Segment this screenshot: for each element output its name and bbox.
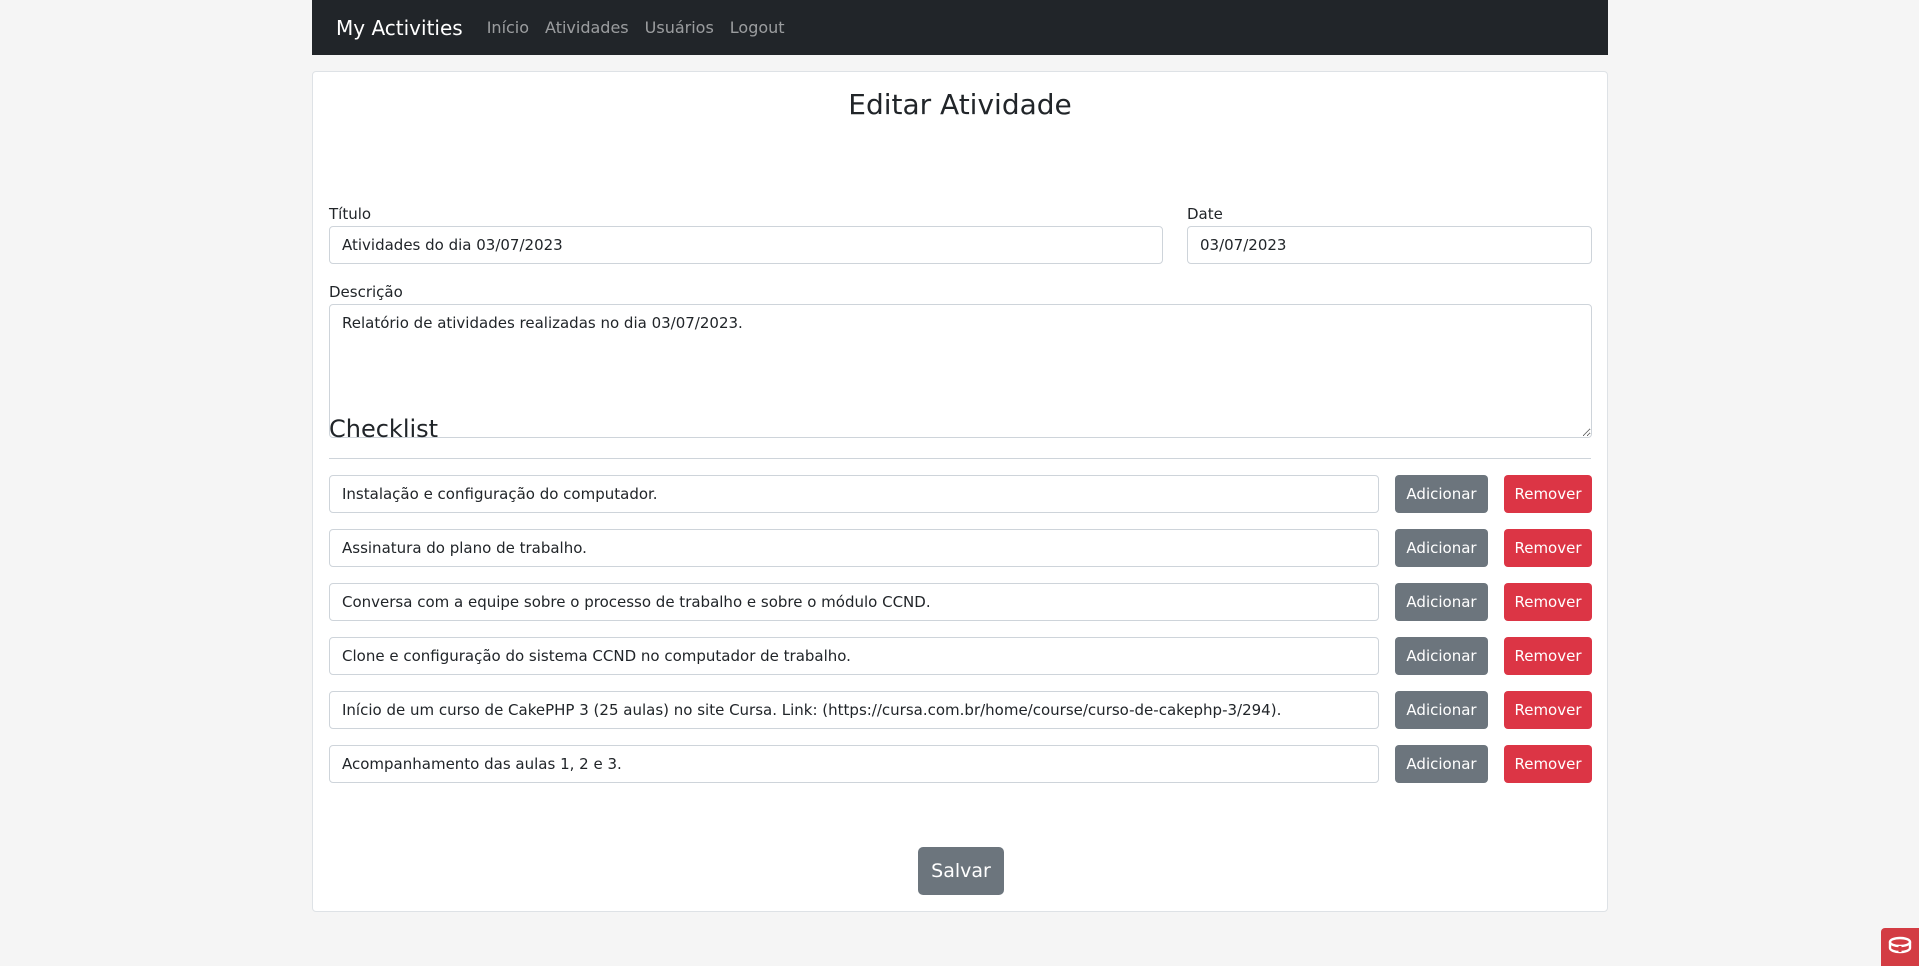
nav-link-atividades[interactable]: Atividades <box>545 18 629 37</box>
description-textarea[interactable]: Relatório de atividades realizadas no di… <box>329 304 1592 438</box>
checklist-divider <box>329 458 1591 459</box>
checklist-row: Assinatura do plano de trabalho. Adicion… <box>329 529 1592 567</box>
date-label: Date <box>1187 205 1223 223</box>
brand-link[interactable]: My Activities <box>336 16 463 40</box>
cakephp-debug-icon[interactable] <box>1881 928 1919 966</box>
checklist-item-input[interactable]: Início de um curso de CakePHP 3 (25 aula… <box>329 691 1379 729</box>
add-item-button[interactable]: Adicionar <box>1395 475 1488 513</box>
checklist-item-input[interactable]: Instalação e configuração do computador. <box>329 475 1379 513</box>
nav-link-usuarios[interactable]: Usuários <box>645 18 714 37</box>
add-item-button[interactable]: Adicionar <box>1395 529 1488 567</box>
checklist-row: Clone e configuração do sistema CCND no … <box>329 637 1592 675</box>
remove-item-button[interactable]: Remover <box>1504 637 1592 675</box>
remove-item-button[interactable]: Remover <box>1504 529 1592 567</box>
add-item-button[interactable]: Adicionar <box>1395 637 1488 675</box>
checklist-row: Instalação e configuração do computador.… <box>329 475 1592 513</box>
top-navbar: My Activities Início Atividades Usuários… <box>312 0 1608 55</box>
checklist-item-input[interactable]: Acompanhamento das aulas 1, 2 e 3. <box>329 745 1379 783</box>
nav-link-logout[interactable]: Logout <box>730 18 785 37</box>
add-item-button[interactable]: Adicionar <box>1395 583 1488 621</box>
remove-item-button[interactable]: Remover <box>1504 691 1592 729</box>
checklist-item-input[interactable]: Assinatura do plano de trabalho. <box>329 529 1379 567</box>
edit-activity-card: Editar Atividade Título Atividades do di… <box>312 71 1608 912</box>
title-input[interactable]: Atividades do dia 03/07/2023 <box>329 226 1163 264</box>
description-label: Descrição <box>329 283 403 301</box>
cake-logo-icon <box>1888 936 1912 954</box>
remove-item-button[interactable]: Remover <box>1504 475 1592 513</box>
page-title: Editar Atividade <box>848 88 1072 121</box>
date-input[interactable]: 03/07/2023 <box>1187 226 1592 264</box>
title-label: Título <box>329 205 372 223</box>
add-item-button[interactable]: Adicionar <box>1395 745 1488 783</box>
save-button[interactable]: Salvar <box>918 847 1004 895</box>
add-item-button[interactable]: Adicionar <box>1395 691 1488 729</box>
checklist-row: Início de um curso de CakePHP 3 (25 aula… <box>329 691 1592 729</box>
checklist-row: Conversa com a equipe sobre o processo d… <box>329 583 1592 621</box>
remove-item-button[interactable]: Remover <box>1504 745 1592 783</box>
remove-item-button[interactable]: Remover <box>1504 583 1592 621</box>
nav-link-inicio[interactable]: Início <box>487 18 529 37</box>
checklist-item-input[interactable]: Clone e configuração do sistema CCND no … <box>329 637 1379 675</box>
checklist-item-input[interactable]: Conversa com a equipe sobre o processo d… <box>329 583 1379 621</box>
checklist-row: Acompanhamento das aulas 1, 2 e 3. Adici… <box>329 745 1592 783</box>
checklist-heading: Checklist <box>329 415 439 443</box>
